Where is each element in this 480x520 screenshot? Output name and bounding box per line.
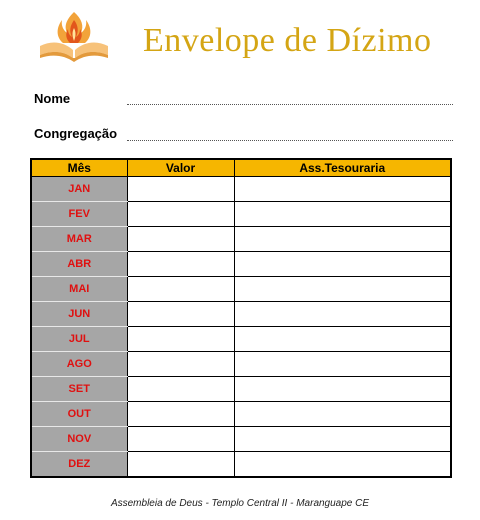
month-cell: AGO xyxy=(30,351,128,377)
table-row: MAR xyxy=(30,226,452,252)
congregation-field[interactable] xyxy=(127,140,453,141)
column-header-value: Valor xyxy=(126,158,235,177)
tithe-table: Mês Valor Ass.Tesouraria JAN FEV MAR ABR MAI… xyxy=(30,158,452,478)
value-cell[interactable] xyxy=(126,176,235,202)
value-cell[interactable] xyxy=(126,251,235,277)
signature-cell[interactable] xyxy=(233,276,452,302)
value-cell[interactable] xyxy=(126,351,235,377)
table-row: JAN xyxy=(30,176,452,202)
signature-cell[interactable] xyxy=(233,176,452,202)
value-cell[interactable] xyxy=(126,276,235,302)
month-cell: JAN xyxy=(30,176,128,202)
month-cell: FEV xyxy=(30,201,128,227)
name-label: Nome xyxy=(34,91,71,106)
page-title: Envelope de Dízimo xyxy=(143,22,432,59)
month-cell: OUT xyxy=(30,401,128,427)
signature-cell[interactable] xyxy=(233,226,452,252)
table-row: MAI xyxy=(30,276,452,302)
signature-cell[interactable] xyxy=(233,326,452,352)
month-cell: JUN xyxy=(30,301,128,327)
value-cell[interactable] xyxy=(126,376,235,402)
table-row: JUL xyxy=(30,326,452,352)
signature-cell[interactable] xyxy=(233,401,452,427)
month-cell: JUL xyxy=(30,326,128,352)
footer-text: Assembleia de Deus - Templo Central II -… xyxy=(110,498,370,509)
table-row: FEV xyxy=(30,201,452,227)
bible-flame-logo-icon xyxy=(40,12,108,62)
signature-cell[interactable] xyxy=(233,301,452,327)
table-header-row: Mês Valor Ass.Tesouraria xyxy=(30,158,452,177)
signature-cell[interactable] xyxy=(233,451,452,478)
month-cell: MAR xyxy=(30,226,128,252)
month-cell: SET xyxy=(30,376,128,402)
month-cell: MAI xyxy=(30,276,128,302)
value-cell[interactable] xyxy=(126,201,235,227)
congregation-label: Congregação xyxy=(34,126,118,141)
table-body: JAN FEV MAR ABR MAI JUN JUL AGO SET OUT NOV DEZ xyxy=(30,176,452,478)
name-field[interactable] xyxy=(127,104,453,105)
table-row: AGO xyxy=(30,351,452,377)
value-cell[interactable] xyxy=(126,426,235,452)
table-row: OUT xyxy=(30,401,452,427)
table-row: SET xyxy=(30,376,452,402)
value-cell[interactable] xyxy=(126,401,235,427)
value-cell[interactable] xyxy=(126,301,235,327)
table-row: JUN xyxy=(30,301,452,327)
table-row: NOV xyxy=(30,426,452,452)
signature-cell[interactable] xyxy=(233,251,452,277)
signature-cell[interactable] xyxy=(233,376,452,402)
value-cell[interactable] xyxy=(126,451,235,478)
signature-cell[interactable] xyxy=(233,351,452,377)
month-cell: DEZ xyxy=(30,451,128,478)
table-row: ABR xyxy=(30,251,452,277)
column-header-month: Mês xyxy=(30,158,128,177)
column-header-treasury-signature: Ass.Tesouraria xyxy=(233,158,452,177)
value-cell[interactable] xyxy=(126,326,235,352)
table-row: DEZ xyxy=(30,451,452,478)
signature-cell[interactable] xyxy=(233,426,452,452)
signature-cell[interactable] xyxy=(233,201,452,227)
value-cell[interactable] xyxy=(126,226,235,252)
month-cell: NOV xyxy=(30,426,128,452)
month-cell: ABR xyxy=(30,251,128,277)
